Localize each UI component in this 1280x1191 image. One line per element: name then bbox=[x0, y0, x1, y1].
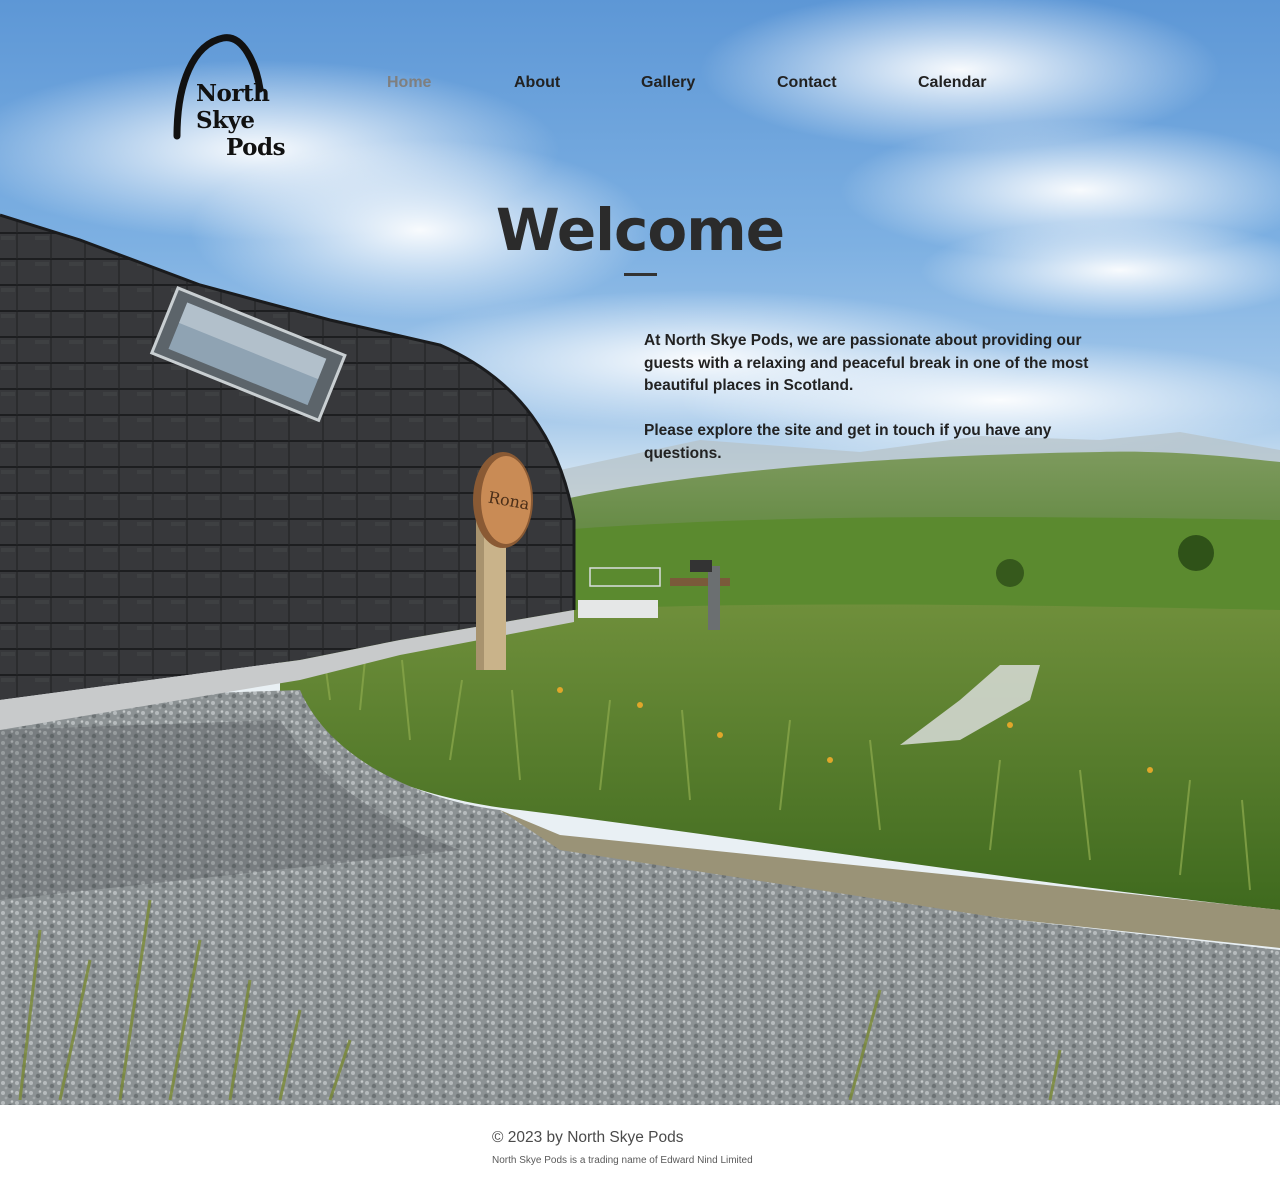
footer: © 2023 by North Skye Pods North Skye Pod… bbox=[0, 1105, 1280, 1191]
copyright-text: © 2023 by North Skye Pods bbox=[492, 1129, 684, 1146]
hero-background-image: Rona bbox=[0, 0, 1280, 1105]
main-navigation: Home About Gallery Contact Calendar bbox=[370, 74, 1030, 98]
logo-line-1: North Skye bbox=[196, 80, 270, 134]
title-divider bbox=[624, 273, 657, 276]
intro-paragraph-2: Please explore the site and get in touch… bbox=[644, 422, 1052, 462]
nav-gallery[interactable]: Gallery bbox=[641, 74, 695, 92]
nav-calendar[interactable]: Calendar bbox=[918, 74, 986, 92]
logo-line-2: Pods bbox=[226, 134, 286, 161]
nav-home[interactable]: Home bbox=[387, 74, 431, 92]
intro-text: At North Skye Pods, we are passionate ab… bbox=[644, 330, 1124, 488]
intro-paragraph-1: At North Skye Pods, we are passionate ab… bbox=[644, 332, 1089, 394]
nav-about[interactable]: About bbox=[514, 74, 560, 92]
page-title: Welcome bbox=[495, 196, 785, 264]
logo-text[interactable]: North Skye Pods bbox=[196, 80, 326, 161]
trading-name-note: North Skye Pods is a trading name of Edw… bbox=[492, 1155, 753, 1166]
nav-contact[interactable]: Contact bbox=[777, 74, 837, 92]
landscape-photo: Rona bbox=[0, 0, 1280, 1105]
